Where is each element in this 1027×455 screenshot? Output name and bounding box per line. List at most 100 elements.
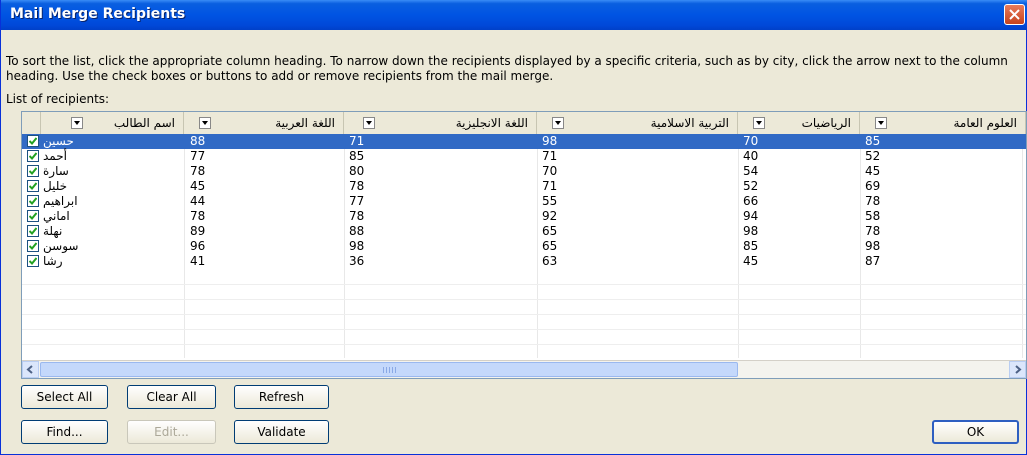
filter-dropdown-icon[interactable] (199, 117, 211, 129)
cell-english: 78 (349, 209, 365, 223)
recipient-checkbox[interactable] (27, 255, 39, 267)
cell-arabic: 96 (190, 239, 206, 253)
cell-student-name: أحمد (43, 149, 67, 163)
header-math[interactable]: الرياضيات (738, 112, 860, 134)
edit-button[interactable]: Edit... (127, 420, 216, 444)
cell-math: 40 (743, 149, 759, 163)
row-divider (22, 329, 1026, 330)
table-row[interactable]: حسين 88 71 98 70 85 (22, 134, 1026, 149)
header-english[interactable]: اللغة الانجليزية (344, 112, 537, 134)
cell-english: 80 (349, 164, 365, 178)
horizontal-scrollbar[interactable] (22, 360, 1026, 378)
checkmark-icon (29, 212, 37, 220)
cell-islamic: 70 (542, 164, 558, 178)
cell-science: 85 (865, 134, 881, 148)
chevron-right-icon (1015, 365, 1022, 374)
recipient-checkbox[interactable] (27, 195, 39, 207)
table-row[interactable]: نهلة 89 88 65 98 78 (22, 224, 1026, 239)
cell-english: 77 (349, 194, 365, 208)
filter-dropdown-icon[interactable] (753, 117, 765, 129)
recipient-checkbox[interactable] (27, 150, 39, 162)
select-all-button[interactable]: Select All (21, 385, 108, 409)
cell-islamic: 92 (542, 209, 558, 223)
header-checkbox-column (22, 112, 41, 134)
cell-english: 85 (349, 149, 365, 163)
scroll-left-button[interactable] (22, 361, 39, 378)
list-of-recipients-label: List of recipients: (6, 92, 110, 106)
header-islamic[interactable]: التربية الاسلامية (537, 112, 738, 134)
filter-dropdown-icon[interactable] (71, 117, 83, 129)
recipient-checkbox[interactable] (27, 135, 39, 147)
cell-student-name: اماني (43, 209, 70, 223)
close-icon (1009, 9, 1020, 20)
cell-english: 98 (349, 239, 365, 253)
table-row[interactable]: سارة 78 80 70 54 45 (22, 164, 1026, 179)
scroll-right-button[interactable] (1009, 361, 1026, 378)
cell-math: 85 (743, 239, 759, 253)
table-row[interactable]: خليل 45 78 71 52 69 (22, 179, 1026, 194)
cell-islamic: 65 (542, 224, 558, 238)
header-science[interactable]: العلوم العامة (860, 112, 1026, 134)
cell-science: 87 (865, 254, 881, 268)
cell-science: 58 (865, 209, 881, 223)
table-row[interactable]: أحمد 77 85 71 40 52 (22, 149, 1026, 164)
cell-student-name: رشا (43, 254, 63, 268)
cell-science: 52 (865, 149, 881, 163)
cell-science: 69 (865, 179, 881, 193)
table-row[interactable]: رشا 41 36 63 45 87 (22, 254, 1026, 269)
recipient-checkbox[interactable] (27, 240, 39, 252)
recipient-checkbox[interactable] (27, 210, 39, 222)
chevron-left-icon (26, 365, 33, 374)
find-button[interactable]: Find... (21, 420, 108, 444)
cell-arabic: 78 (190, 209, 206, 223)
cell-islamic: 65 (542, 239, 558, 253)
cell-math: 94 (743, 209, 759, 223)
cell-islamic: 63 (542, 254, 558, 268)
filter-dropdown-icon[interactable] (875, 117, 887, 129)
cell-student-name: حسين (43, 134, 74, 148)
checkmark-icon (29, 197, 37, 205)
table-row[interactable]: سوسن 96 98 65 85 98 (22, 239, 1026, 254)
checkmark-icon (29, 242, 37, 250)
recipient-checkbox[interactable] (27, 225, 39, 237)
cell-science: 98 (865, 239, 881, 253)
recipients-grid[interactable]: اسم الطالب اللغة العربية اللغة الانجليزي… (21, 111, 1027, 379)
checkmark-icon (29, 137, 37, 145)
title-bar[interactable]: Mail Merge Recipients (1, 0, 1027, 30)
checkmark-icon (29, 227, 37, 235)
header-student-name[interactable]: اسم الطالب (41, 112, 184, 134)
cell-islamic: 71 (542, 149, 558, 163)
cell-english: 71 (349, 134, 365, 148)
cell-math: 45 (743, 254, 759, 268)
checkmark-icon (29, 167, 37, 175)
cell-islamic: 55 (542, 194, 558, 208)
scroll-grip (383, 367, 397, 373)
header-arabic[interactable]: اللغة العربية (184, 112, 344, 134)
cell-student-name: نهلة (43, 224, 63, 238)
filter-dropdown-icon[interactable] (552, 117, 564, 129)
cell-math: 54 (743, 164, 759, 178)
checkmark-icon (29, 182, 37, 190)
cell-math: 66 (743, 194, 759, 208)
grid-header: اسم الطالب اللغة العربية اللغة الانجليزي… (22, 112, 1026, 135)
recipient-checkbox[interactable] (27, 180, 39, 192)
scroll-thumb[interactable] (40, 362, 738, 377)
cell-science: 78 (865, 224, 881, 238)
refresh-button[interactable]: Refresh (234, 385, 329, 409)
table-row[interactable]: ابراهيم 44 77 55 66 78 (22, 194, 1026, 209)
cell-arabic: 78 (190, 164, 206, 178)
validate-button[interactable]: Validate (234, 420, 329, 444)
clear-all-button[interactable]: Clear All (127, 385, 216, 409)
checkmark-icon (29, 152, 37, 160)
close-button[interactable] (1004, 4, 1025, 25)
table-row[interactable]: اماني 78 78 92 94 58 (22, 209, 1026, 224)
recipient-checkbox[interactable] (27, 165, 39, 177)
cell-math: 70 (743, 134, 759, 148)
row-divider (22, 284, 1026, 285)
cell-arabic: 89 (190, 224, 206, 238)
ok-button[interactable]: OK (932, 420, 1019, 444)
filter-dropdown-icon[interactable] (363, 117, 375, 129)
row-divider (22, 299, 1026, 300)
cell-arabic: 45 (190, 179, 206, 193)
cell-science: 45 (865, 164, 881, 178)
